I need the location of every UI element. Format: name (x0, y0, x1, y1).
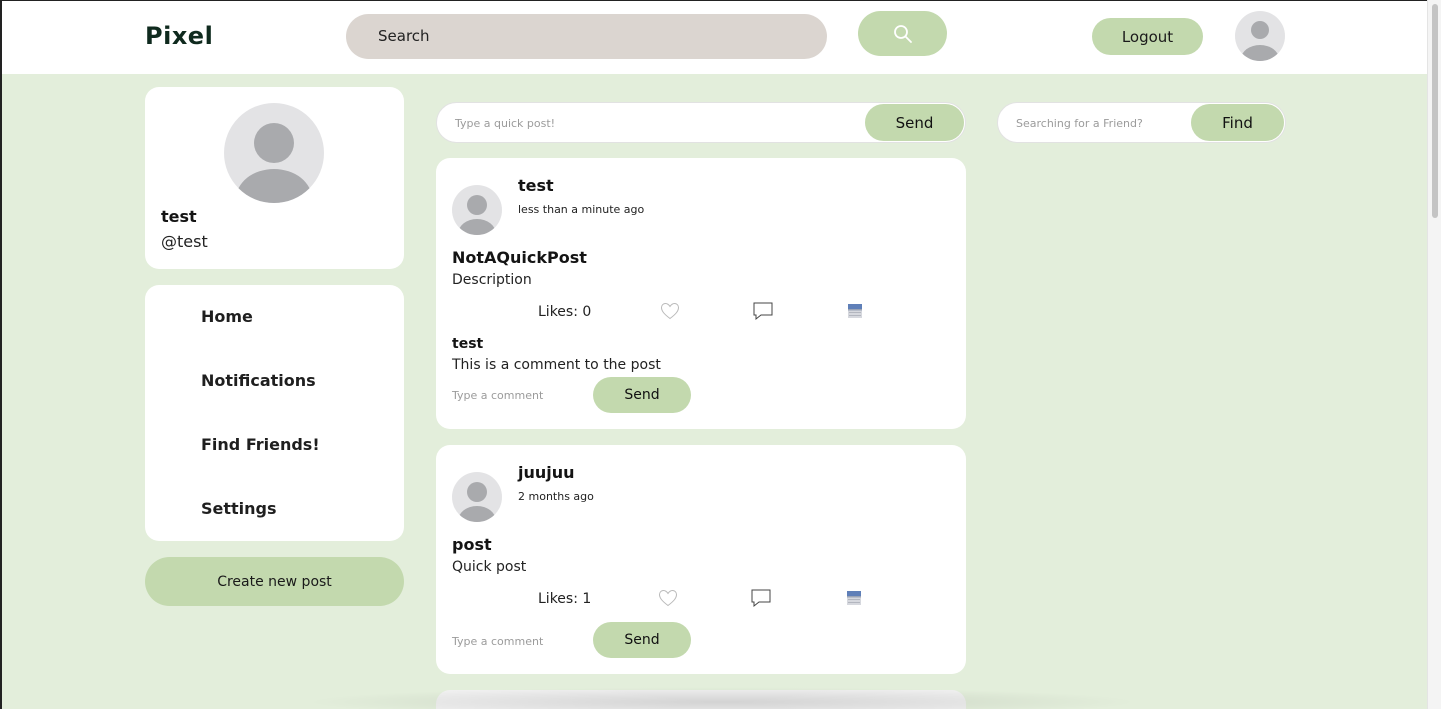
post-likes-count: Likes: 1 (538, 591, 592, 607)
nav-menu: Home Notifications Find Friends! Setting… (145, 285, 404, 541)
comment-input[interactable]: Type a comment (452, 389, 543, 402)
comment-input[interactable]: Type a comment (452, 635, 543, 648)
speech-bubble-icon (751, 589, 771, 608)
bottom-shadow (302, 687, 1142, 709)
save-button[interactable] (843, 587, 865, 609)
like-button[interactable] (657, 587, 679, 609)
quick-post-bar: Type a quick post! Send (436, 102, 966, 143)
comment-button[interactable] (750, 587, 772, 609)
user-avatar-icon[interactable] (1235, 11, 1285, 61)
post-author[interactable]: juujuu (518, 463, 575, 482)
comment-text: This is a comment to the post (452, 357, 661, 373)
post-title: post (452, 535, 492, 554)
nav-item-find-friends[interactable]: Find Friends! (201, 435, 320, 454)
heart-icon (660, 302, 680, 320)
post-timestamp: 2 months ago (518, 490, 594, 503)
app-window: Pixel Search Logout test @test Home Noti… (0, 0, 1427, 709)
post-card: juujuu 2 months ago post Quick post Like… (436, 445, 966, 674)
find-friend-button[interactable]: Find (1191, 104, 1284, 141)
nav-item-settings[interactable]: Settings (201, 499, 277, 518)
logout-button[interactable]: Logout (1092, 18, 1203, 55)
post-description: Quick post (452, 559, 527, 575)
profile-card: test @test (145, 87, 404, 269)
friend-search-bar: Searching for a Friend? Find (997, 102, 1286, 143)
vertical-scrollbar[interactable] (1427, 0, 1441, 709)
archive-box-icon (848, 304, 862, 318)
comment-author: test (452, 336, 484, 352)
post-card: test less than a minute ago NotAQuickPos… (436, 158, 966, 429)
post-title: NotAQuickPost (452, 248, 587, 267)
create-post-button[interactable]: Create new post (145, 557, 404, 606)
friend-search-input[interactable]: Searching for a Friend? (1016, 103, 1143, 144)
app-logo[interactable]: Pixel (145, 22, 213, 50)
profile-handle: @test (161, 232, 208, 251)
profile-avatar-icon[interactable] (224, 103, 324, 203)
post-description: Description (452, 272, 532, 288)
main-area: test @test Home Notifications Find Frien… (2, 74, 1427, 709)
heart-icon (658, 589, 678, 607)
quick-post-input[interactable]: Type a quick post! (455, 103, 555, 144)
post-timestamp: less than a minute ago (518, 203, 645, 216)
top-header: Pixel Search Logout (2, 1, 1427, 74)
scrollbar-thumb[interactable] (1432, 4, 1438, 218)
post-likes-count: Likes: 0 (538, 304, 592, 320)
nav-item-notifications[interactable]: Notifications (201, 371, 316, 390)
save-button[interactable] (844, 300, 866, 322)
profile-name: test (161, 207, 197, 226)
speech-bubble-icon (753, 302, 773, 321)
comment-send-button[interactable]: Send (593, 377, 691, 413)
search-input[interactable]: Search (346, 14, 827, 59)
post-author-avatar-icon[interactable] (452, 185, 502, 235)
post-author-avatar-icon[interactable] (452, 472, 502, 522)
comment-send-button[interactable]: Send (593, 622, 691, 658)
search-button[interactable] (858, 11, 947, 56)
like-button[interactable] (659, 300, 681, 322)
post-author[interactable]: test (518, 176, 554, 195)
comment-button[interactable] (752, 300, 774, 322)
archive-box-icon (847, 591, 861, 605)
search-icon (893, 24, 912, 43)
quick-post-send-button[interactable]: Send (865, 104, 964, 141)
nav-item-home[interactable]: Home (201, 307, 253, 326)
